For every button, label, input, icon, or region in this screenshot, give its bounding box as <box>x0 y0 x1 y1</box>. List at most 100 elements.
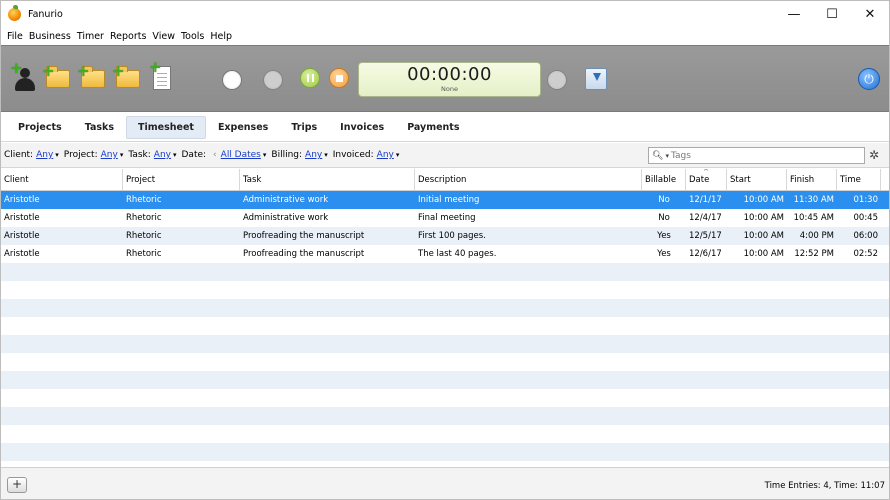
menu-view[interactable]: View <box>149 31 178 42</box>
menu-timer[interactable]: Timer <box>74 31 107 42</box>
start-timer-clock-icon[interactable] <box>222 70 242 90</box>
tab-expenses[interactable]: Expenses <box>207 117 279 138</box>
cell-date: 12/4/17 <box>689 213 722 223</box>
menu-bar: File Business Timer Reports View Tools H… <box>1 28 235 45</box>
tab-trips[interactable]: Trips <box>280 117 328 138</box>
close-button[interactable]: ✕ <box>851 1 889 27</box>
tab-tasks[interactable]: Tasks <box>74 117 125 138</box>
column-header-time[interactable]: Time <box>837 169 881 190</box>
person-icon <box>20 68 30 78</box>
add-entry-button[interactable]: + <box>7 477 27 493</box>
empty-row <box>1 299 889 317</box>
cell-start: 10:00 AM <box>743 195 784 205</box>
column-header-start[interactable]: Start <box>727 169 787 190</box>
cell-date: 12/6/17 <box>689 249 722 259</box>
project-filter-label: Project: <box>63 150 98 160</box>
cell-task: Administrative work <box>243 195 329 205</box>
client-filter[interactable]: Any <box>36 150 53 160</box>
chevron-down-icon[interactable]: ▾ <box>55 151 59 159</box>
maximize-button[interactable]: ☐ <box>813 1 851 27</box>
menu-business[interactable]: Business <box>26 31 74 42</box>
chevron-down-icon[interactable]: ▾ <box>665 152 669 160</box>
search-icon: 🔍︎ <box>652 150 664 161</box>
column-header-description[interactable]: Description <box>415 169 642 190</box>
tags-search-input[interactable]: 🔍︎ ▾ Tags <box>648 147 865 164</box>
project-filter[interactable]: Any <box>101 150 118 160</box>
menu-reports[interactable]: Reports <box>107 31 149 42</box>
cell-client: Aristotle <box>4 231 40 241</box>
chevron-down-icon[interactable]: ▾ <box>120 151 124 159</box>
chevron-down-icon[interactable]: ▾ <box>396 151 400 159</box>
timer-history-clock-icon[interactable] <box>263 70 283 90</box>
chevron-down-icon[interactable]: ▾ <box>263 151 267 159</box>
tab-projects[interactable]: Projects <box>7 117 73 138</box>
chevron-down-icon[interactable]: ▾ <box>324 151 328 159</box>
search-placeholder: Tags <box>670 150 691 161</box>
empty-row <box>1 281 889 299</box>
empty-row <box>1 461 889 466</box>
cell-billable: Yes <box>657 249 671 259</box>
stop-timer-button[interactable] <box>329 68 349 88</box>
tab-timesheet[interactable]: Timesheet <box>126 115 206 139</box>
table-row[interactable]: Aristotle Rhetoric Administrative work F… <box>1 209 889 227</box>
add-task-button[interactable]: + <box>77 62 105 88</box>
table-row[interactable]: Aristotle Rhetoric Proofreading the manu… <box>1 227 889 245</box>
column-header-finish[interactable]: Finish <box>787 169 837 190</box>
edit-timer-clock-icon[interactable] <box>547 70 567 90</box>
task-filter-label: Task: <box>128 150 151 160</box>
cell-billable: No <box>658 213 670 223</box>
cell-description: The last 40 pages. <box>418 249 497 259</box>
date-prev-icon[interactable]: ‹ <box>213 150 217 160</box>
pause-timer-button[interactable] <box>300 68 320 88</box>
cell-description: Initial meeting <box>418 195 480 205</box>
cell-finish: 11:30 AM <box>793 195 834 205</box>
timer-time: 00:00:00 <box>407 64 492 85</box>
client-filter-label: Client: <box>4 150 34 160</box>
add-project-button[interactable]: + <box>42 62 70 88</box>
cell-billable: Yes <box>657 231 671 241</box>
column-header-task[interactable]: Task <box>240 169 415 190</box>
sort-ascending-icon: ^ <box>703 169 709 176</box>
menu-file[interactable]: File <box>4 31 26 42</box>
column-header-filler <box>881 169 889 190</box>
menu-help[interactable]: Help <box>207 31 235 42</box>
cell-start: 10:00 AM <box>743 231 784 241</box>
cell-task: Proofreading the manuscript <box>243 231 365 241</box>
cell-finish: 12:52 PM <box>794 249 834 259</box>
cell-start: 10:00 AM <box>743 249 784 259</box>
table-header: Client Project Task Description Billable… <box>1 169 889 191</box>
app-window: Fanurio — ☐ ✕ File Business Timer Report… <box>0 0 890 500</box>
invoiced-filter[interactable]: Any <box>377 150 394 160</box>
table-row[interactable]: Aristotle Rhetoric Administrative work I… <box>1 191 889 209</box>
column-header-project[interactable]: Project <box>123 169 240 190</box>
cell-start: 10:00 AM <box>743 213 784 223</box>
gear-icon[interactable]: ✲ <box>869 148 879 162</box>
menu-tools[interactable]: Tools <box>178 31 207 42</box>
timer-display[interactable]: 00:00:00 None <box>358 62 541 97</box>
date-filter[interactable]: All Dates <box>221 150 261 160</box>
add-time-entry-button[interactable]: + <box>112 62 140 88</box>
empty-row <box>1 371 889 389</box>
cell-time: 06:00 <box>853 231 879 241</box>
chevron-down-icon[interactable]: ▾ <box>173 151 177 159</box>
power-icon[interactable]: ⏻ <box>858 68 880 90</box>
status-bar: + Time Entries: 4, Time: 11:07 <box>1 467 889 499</box>
billing-filter[interactable]: Any <box>305 150 322 160</box>
add-invoice-button[interactable]: + <box>149 58 171 90</box>
cell-finish: 4:00 PM <box>799 231 834 241</box>
empty-row <box>1 443 889 461</box>
task-filter[interactable]: Any <box>154 150 171 160</box>
column-header-client[interactable]: Client <box>1 169 123 190</box>
cell-client: Aristotle <box>4 249 40 259</box>
table-row[interactable]: Aristotle Rhetoric Proofreading the manu… <box>1 245 889 263</box>
toolbar: + + + + + 00:00:00 None ⏻ <box>1 45 889 112</box>
cell-project: Rhetoric <box>126 231 162 241</box>
minimize-button[interactable]: — <box>775 1 813 27</box>
column-header-billable[interactable]: Billable <box>642 169 686 190</box>
download-icon[interactable] <box>585 68 607 90</box>
column-header-date[interactable]: ^ Date <box>686 169 727 190</box>
tab-payments[interactable]: Payments <box>396 117 470 138</box>
cell-project: Rhetoric <box>126 195 162 205</box>
add-client-button[interactable]: + <box>10 59 35 92</box>
tab-invoices[interactable]: Invoices <box>329 117 395 138</box>
